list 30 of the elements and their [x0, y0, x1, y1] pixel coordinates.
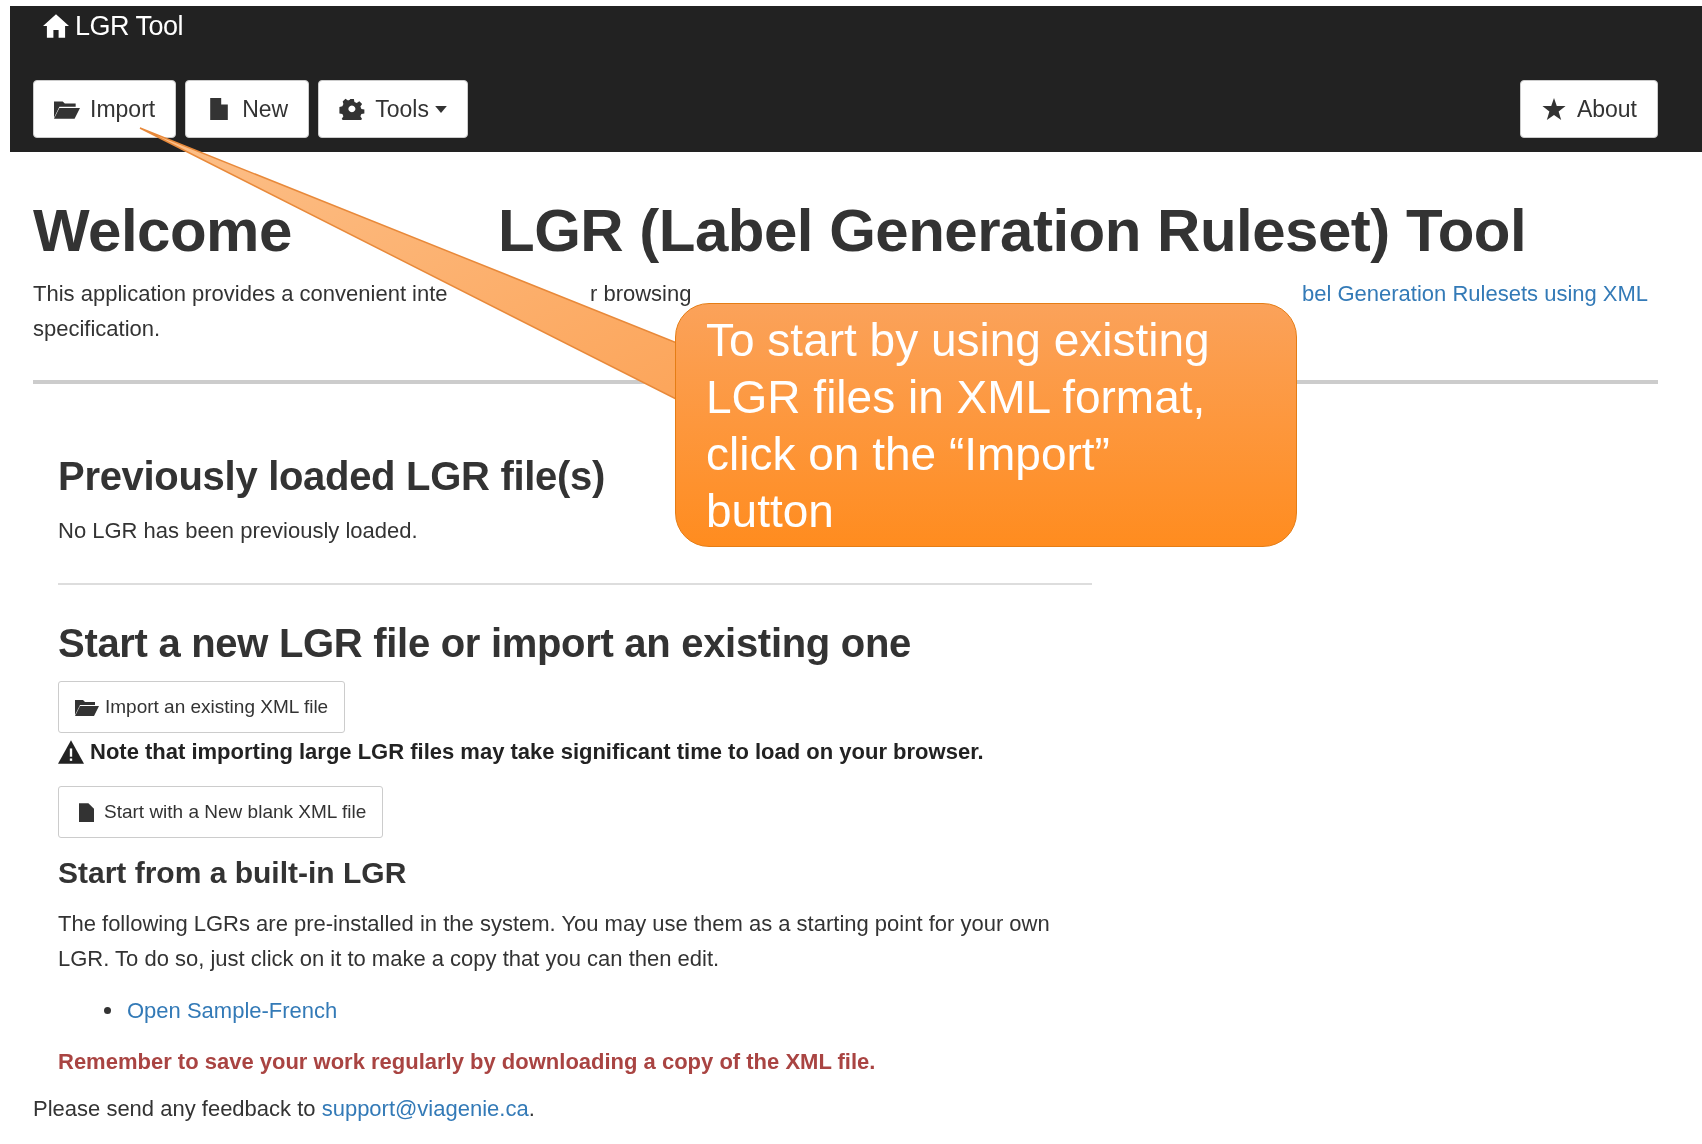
spec-link[interactable]: bel Generation Rulesets using XML [1302, 276, 1649, 311]
description-text: The following LGRs are pre-installed in the system. You may use them as a starting point for your own LGR. To do so, just click on it to make a copy that you can then edit. [58, 910, 1051, 973]
folder-icon [54, 98, 80, 120]
intro-text: This application provides a convenient inte [33, 280, 448, 308]
nav-button[interactable]: About [1519, 80, 1658, 138]
section-heading: Previously loaded LGR file(s) [58, 453, 605, 500]
page-title: Welcome [33, 196, 292, 266]
import-file-button[interactable]: Import an existing XML file [58, 681, 346, 733]
home-icon [43, 14, 69, 38]
gear-icon [339, 98, 366, 120]
star-icon [1540, 98, 1567, 120]
subsection-heading: Start from a built-in LGR [58, 855, 407, 891]
file-icon [79, 802, 94, 822]
sample-link[interactable]: Open Sample-French [127, 993, 338, 1028]
warning-text: Note that importing large LGR files may take significant time to load on your browser. [90, 738, 984, 766]
brand-link[interactable]: LGR Tool [43, 6, 184, 46]
new-file-button[interactable]: Start with a New blank XML file [58, 786, 384, 838]
page-title: LGR (Label Generation Ruleset) Tool [498, 196, 1527, 266]
nav-button[interactable]: New [185, 80, 310, 138]
intro-text: specification. [33, 315, 161, 343]
status-text: No LGR has been previously loaded. [58, 517, 418, 545]
section-heading: Start a new LGR file or import an existing one [58, 620, 911, 667]
nav-button[interactable]: Import [33, 80, 177, 138]
reminder-text: Remember to save your work regularly by downloading a copy of the XML file. [58, 1048, 876, 1076]
feedback-text: Please send any feedback to support@viagenie.ca. [33, 1095, 535, 1123]
email-link[interactable]: support@viagenie.ca [321, 1096, 529, 1121]
folder-icon [75, 698, 99, 716]
warning-icon [58, 740, 84, 764]
bullet-icon [104, 1007, 111, 1014]
dropdown-button[interactable]: Tools [318, 80, 468, 138]
